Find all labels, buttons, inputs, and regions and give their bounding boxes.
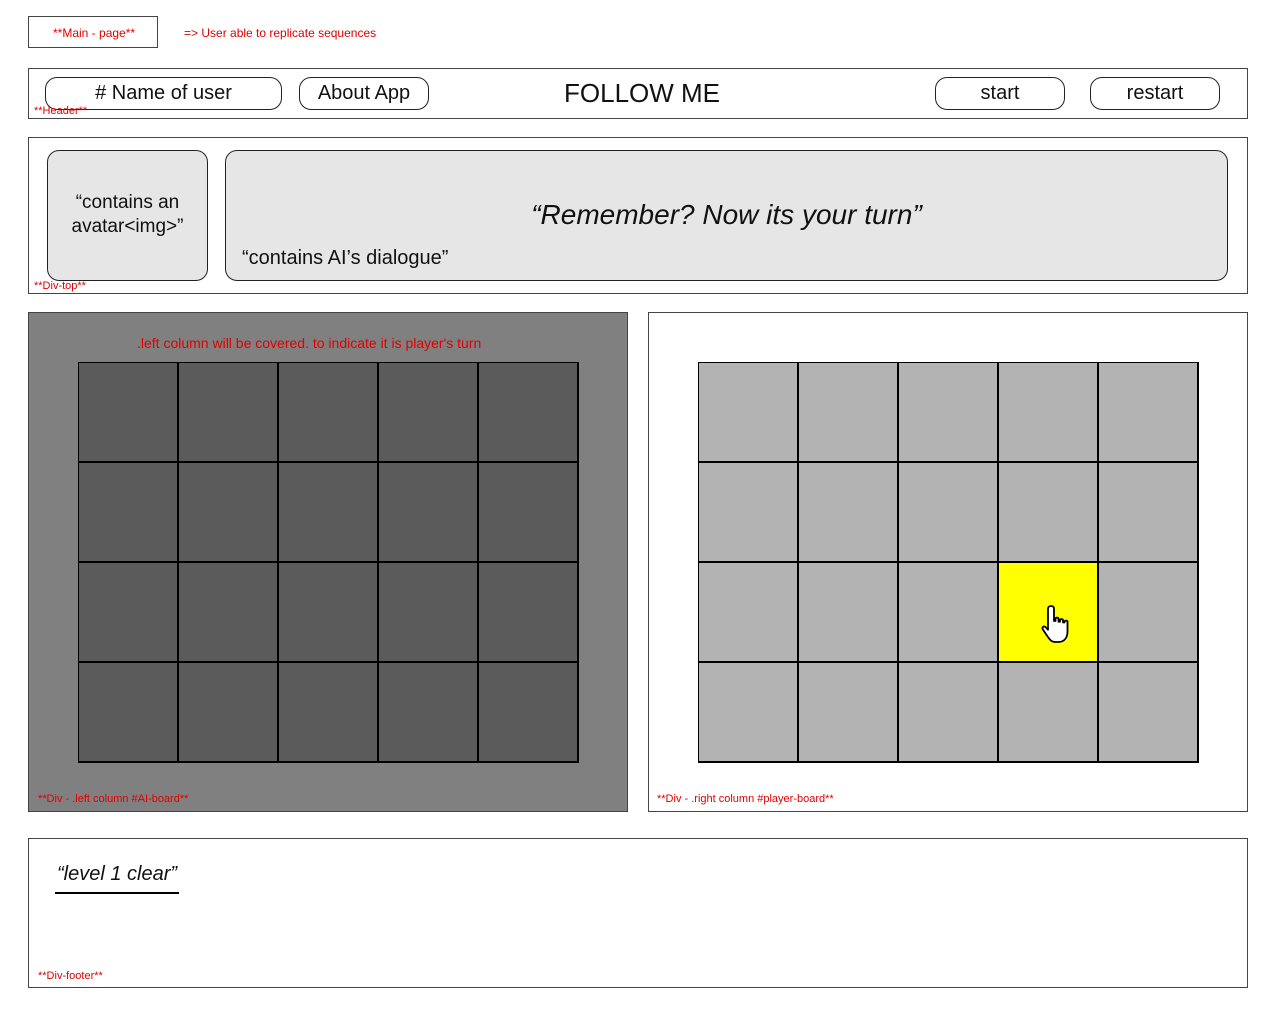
player-board-annotation: **Div - .right column #player-board** bbox=[657, 793, 834, 805]
player-cell-r3c4[interactable] bbox=[999, 563, 1099, 663]
dialogue-caption: “contains AI’s dialogue” bbox=[242, 247, 449, 269]
ai-cell-r2c3 bbox=[279, 463, 379, 563]
ai-cell-r1c5 bbox=[479, 363, 579, 463]
player-cell-r4c3[interactable] bbox=[899, 663, 999, 763]
ai-dialogue-text: “Remember? Now its your turn” bbox=[531, 199, 922, 230]
avatar-placeholder-text: “contains an avatar<img>” bbox=[71, 192, 184, 237]
about-app-button[interactable]: About App bbox=[299, 77, 429, 110]
player-cell-r2c4[interactable] bbox=[999, 463, 1099, 563]
main-page-label: **Main - page** bbox=[53, 26, 136, 40]
ai-cell-r3c2 bbox=[179, 563, 279, 663]
ai-board bbox=[78, 362, 579, 763]
hand-pointer-icon bbox=[1041, 605, 1069, 643]
main-page-note: => User able to replicate sequences bbox=[184, 26, 377, 40]
player-cell-r1c1[interactable] bbox=[699, 363, 799, 463]
start-button[interactable]: start bbox=[935, 77, 1065, 110]
ai-cell-r4c3 bbox=[279, 663, 379, 763]
ai-cell-r3c5 bbox=[479, 563, 579, 663]
player-cell-r3c5[interactable] bbox=[1099, 563, 1199, 663]
player-cell-r3c3[interactable] bbox=[899, 563, 999, 663]
app-title: FOLLOW ME bbox=[564, 78, 721, 108]
ai-cell-r4c4 bbox=[379, 663, 479, 763]
ai-board-annotation: **Div - .left column #AI-board** bbox=[38, 793, 189, 805]
ai-cell-r2c4 bbox=[379, 463, 479, 563]
footer-annotation: **Div-footer** bbox=[38, 970, 103, 982]
div-footer: “level 1 clear” **Div-footer** bbox=[28, 838, 1248, 988]
ai-cell-r3c4 bbox=[379, 563, 479, 663]
level-status: “level 1 clear” bbox=[55, 863, 180, 894]
restart-button[interactable]: restart bbox=[1090, 77, 1220, 110]
player-cell-r4c1[interactable] bbox=[699, 663, 799, 763]
player-cell-r1c4[interactable] bbox=[999, 363, 1099, 463]
dialogue-panel: “Remember? Now its your turn” “contains … bbox=[225, 150, 1228, 281]
player-cell-r1c2[interactable] bbox=[799, 363, 899, 463]
player-cell-r4c4[interactable] bbox=[999, 663, 1099, 763]
player-cell-r3c2[interactable] bbox=[799, 563, 899, 663]
player-cell-r4c5[interactable] bbox=[1099, 663, 1199, 763]
div-top-annotation: **Div-top** bbox=[34, 280, 86, 292]
player-cell-r3c1[interactable] bbox=[699, 563, 799, 663]
ai-cell-r1c1 bbox=[79, 363, 179, 463]
cover-note: .left column will be covered. to indicat… bbox=[137, 335, 482, 351]
player-cell-r4c2[interactable] bbox=[799, 663, 899, 763]
main-page-label-box: **Main - page** bbox=[28, 16, 158, 48]
player-board bbox=[698, 362, 1199, 763]
header-annotation: **Header** bbox=[34, 105, 88, 117]
ai-cell-r4c5 bbox=[479, 663, 579, 763]
ai-cell-r1c2 bbox=[179, 363, 279, 463]
avatar-panel: “contains an avatar<img>” bbox=[47, 150, 208, 281]
player-cell-r1c5[interactable] bbox=[1099, 363, 1199, 463]
ai-cell-r1c3 bbox=[279, 363, 379, 463]
player-cell-r2c3[interactable] bbox=[899, 463, 999, 563]
ai-cell-r1c4 bbox=[379, 363, 479, 463]
ai-cell-r2c1 bbox=[79, 463, 179, 563]
player-cell-r2c2[interactable] bbox=[799, 463, 899, 563]
ai-cell-r4c2 bbox=[179, 663, 279, 763]
player-cell-r1c3[interactable] bbox=[899, 363, 999, 463]
player-cell-r2c5[interactable] bbox=[1099, 463, 1199, 563]
ai-cell-r2c5 bbox=[479, 463, 579, 563]
ai-cell-r2c2 bbox=[179, 463, 279, 563]
player-cell-r2c1[interactable] bbox=[699, 463, 799, 563]
ai-cell-r4c1 bbox=[79, 663, 179, 763]
ai-cell-r3c3 bbox=[279, 563, 379, 663]
ai-cell-r3c1 bbox=[79, 563, 179, 663]
